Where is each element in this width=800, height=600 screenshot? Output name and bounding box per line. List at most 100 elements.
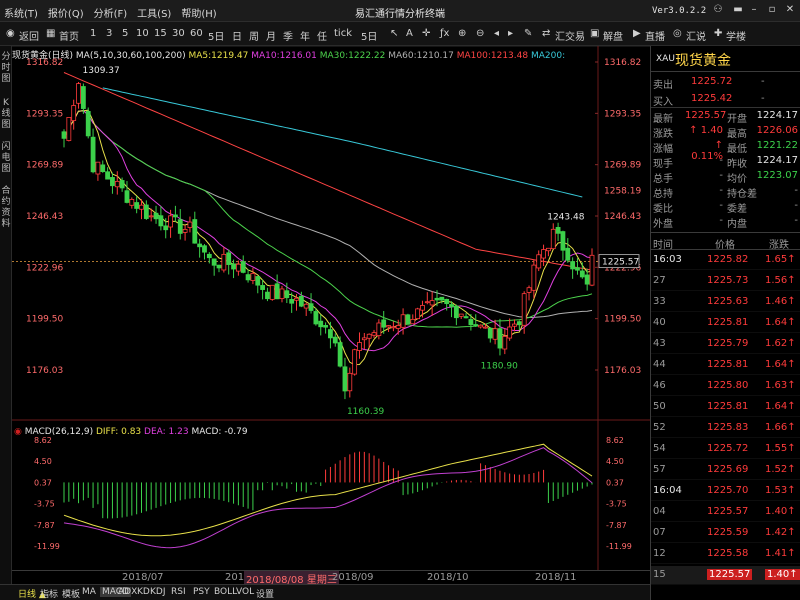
text-tool-icon[interactable]: A <box>406 28 413 39</box>
period-month[interactable]: 月 <box>266 28 276 43</box>
period-custom[interactable]: 任 <box>317 28 327 43</box>
indicator-tab-vol[interactable]: VOL <box>236 587 254 597</box>
home-button[interactable]: 首页 <box>59 28 79 43</box>
period-5day-alt[interactable]: 5日 <box>361 28 377 43</box>
period-5min[interactable]: 5 <box>122 28 128 39</box>
candle-body <box>332 336 338 344</box>
zoom-out-icon[interactable]: ⊖ <box>476 28 484 39</box>
tick-row[interactable]: 43 1225.79 1.62↑ <box>651 335 800 354</box>
menu-help[interactable]: 帮助(H) <box>181 5 216 20</box>
tick-row[interactable]: 54 1225.72 1.55↑ <box>651 440 800 459</box>
crosshair-icon[interactable]: ✛ <box>422 28 430 39</box>
tick-row[interactable]: 27 1225.73 1.56↑ <box>651 272 800 291</box>
period-1min[interactable]: 1 <box>90 28 96 39</box>
period-5day[interactable]: 5日 <box>208 28 224 43</box>
candle-body <box>357 342 362 351</box>
tick-row[interactable]: 16:03 1225.82 1.65↑ <box>651 251 800 270</box>
tick-row[interactable]: 04 1225.57 1.40↑ <box>651 503 800 522</box>
menu-tools[interactable]: 工具(S) <box>137 5 171 20</box>
period-quarter[interactable]: 季 <box>283 28 293 43</box>
tick-time: 16:04 <box>653 485 682 496</box>
period-3min[interactable]: 3 <box>106 28 112 39</box>
indicator-tab-boll[interactable]: BOLL <box>214 587 237 597</box>
analysis-button[interactable]: 解盘 <box>603 28 623 43</box>
macd-left-label: 0.37 <box>34 478 52 487</box>
tab-kline[interactable]: K 线 图 <box>0 98 12 131</box>
macd-left-label: -7.87 <box>34 521 55 530</box>
indicator-tab-rsi[interactable]: RSI <box>171 587 186 597</box>
indicator-tab-psy[interactable]: PSY <box>193 587 210 597</box>
zoom-in-icon[interactable]: ⊕ <box>458 28 466 39</box>
tick-row[interactable]: 46 1225.80 1.63↑ <box>651 377 800 396</box>
analysis-icon[interactable]: ▣ <box>590 28 599 39</box>
user-icon[interactable]: ⚇ <box>712 4 724 16</box>
school-button[interactable]: 学楼 <box>726 28 746 43</box>
indicator-tab-adx[interactable]: ADX <box>118 587 137 597</box>
indicator-tab-kd[interactable]: KD <box>137 587 150 597</box>
quote-value: 1223.07 <box>756 170 798 181</box>
tick-row[interactable]: 33 1225.63 1.46↑ <box>651 293 800 312</box>
buy-label: 买入 <box>653 97 673 108</box>
period-10min[interactable]: 10 <box>136 28 149 39</box>
indicator-tab-指标[interactable]: 指标 <box>40 587 58 600</box>
indicator-tab-模板[interactable]: 模板 <box>62 587 80 600</box>
arrow-icon[interactable]: ↖ <box>390 28 398 39</box>
tick-row[interactable]: 44 1225.81 1.64↑ <box>651 356 800 375</box>
home-icon[interactable]: ▦ <box>46 28 55 39</box>
right-icon[interactable]: ▸ <box>508 28 513 39</box>
tick-row[interactable]: 50 1225.81 1.64↑ <box>651 398 800 417</box>
candle-body <box>478 324 483 328</box>
trade-icon[interactable]: ⇄ <box>542 28 550 39</box>
quote-value: 1221.22 <box>756 140 798 151</box>
candle-body <box>187 221 193 228</box>
tick-row[interactable]: 57 1225.69 1.52↑ <box>651 461 800 480</box>
indicator-tab-ma[interactable]: MA <box>82 587 96 597</box>
tick-row[interactable]: 07 1225.59 1.42↑ <box>651 524 800 543</box>
menu-quote[interactable]: 报价(Q) <box>48 5 84 20</box>
quote-label: 外盘 <box>653 219 673 230</box>
tick-row[interactable]: 40 1225.81 1.64↑ <box>651 314 800 333</box>
tab-contract-info[interactable]: 合 约 资 料 <box>0 186 12 230</box>
tick-row[interactable]: 16:04 1225.70 1.53↑ <box>651 482 800 501</box>
period-week[interactable]: 周 <box>249 28 259 43</box>
left-price-label: 1246.43 <box>26 212 63 222</box>
candle-body <box>376 322 382 336</box>
period-60min[interactable]: 60 <box>190 28 203 39</box>
talk-icon[interactable]: ◎ <box>673 28 682 39</box>
period-day[interactable]: 日 <box>232 28 242 43</box>
period-tick[interactable]: tick <box>334 28 352 39</box>
tab-flash-chart[interactable]: 闪 电 图 <box>0 142 12 175</box>
school-icon[interactable]: ✚ <box>714 28 722 39</box>
live-button[interactable]: 直播 <box>645 28 665 43</box>
back-icon[interactable]: ◉ <box>6 28 15 39</box>
maximize-button[interactable]: ▫ <box>766 4 778 16</box>
tick-row[interactable]: 52 1225.83 1.66↑ <box>651 419 800 438</box>
period-30min[interactable]: 30 <box>172 28 185 39</box>
candle-body <box>303 303 309 309</box>
tick-row[interactable]: 15 1225.57 1.40↑ <box>651 566 800 585</box>
tab-timeshare[interactable]: 分 时 图 <box>0 52 12 85</box>
menu-analysis[interactable]: 分析(F) <box>94 5 128 20</box>
kline-chart-area[interactable]: 1316.82 1316.82 1293.35 1293.35 1269.89 1269.… <box>12 45 650 570</box>
period-15min[interactable]: 15 <box>154 28 167 39</box>
close-button[interactable]: ✕ <box>784 4 796 16</box>
formula-icon[interactable]: ƒx <box>440 28 449 39</box>
candle-body <box>395 325 401 329</box>
period-year[interactable]: 年 <box>300 28 310 43</box>
candle-body <box>192 219 198 244</box>
indicator-tab-kdj[interactable]: KDJ <box>150 587 166 597</box>
kline-chart-svg[interactable]: 1316.82 1316.821293.35 1293.351269.89 1269.… <box>12 45 650 570</box>
live-icon[interactable]: ▶ <box>633 28 641 39</box>
left-icon[interactable]: ◂ <box>494 28 499 39</box>
candle-body <box>579 270 585 278</box>
trade-button[interactable]: 汇交易 <box>555 28 585 43</box>
tick-row[interactable]: 12 1225.58 1.41↑ <box>651 545 800 564</box>
draw-icon[interactable]: ✎ <box>524 28 532 39</box>
minimize-to-tray-icon[interactable]: ▬ <box>732 4 744 16</box>
minimize-button[interactable]: – <box>748 4 760 16</box>
menu-system[interactable]: 系统(T) <box>4 5 38 20</box>
back-button[interactable]: 返回 <box>19 28 39 43</box>
candle-body <box>85 111 91 137</box>
indicator-tab-设置[interactable]: 设置 <box>256 587 274 600</box>
talk-button[interactable]: 汇说 <box>686 28 706 43</box>
